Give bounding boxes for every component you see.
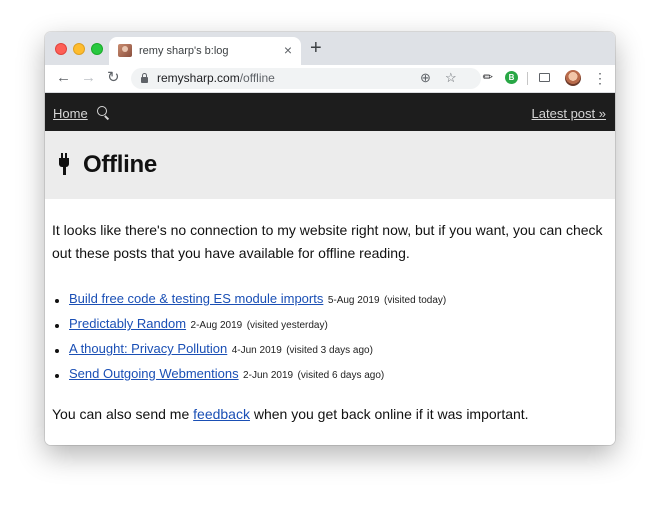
outro-before: You can also send me [52,406,194,422]
post-link[interactable]: Send Outgoing Webmentions [69,366,239,381]
latest-post-link[interactable]: Latest post » [532,106,606,121]
post-date: 5-Aug 2019 [327,295,380,306]
page-content: Home Latest post » Offline It looks like… [45,93,615,445]
tab-close-icon[interactable]: × [284,43,292,57]
minimize-window-button[interactable] [73,43,85,55]
post-visited: (visited 3 days ago) [286,345,373,356]
list-item: Build free code & testing ES module impo… [52,290,612,315]
list-item: Send Outgoing Webmentions 2-Jun 2019 (vi… [52,365,612,390]
plug-icon [58,153,70,175]
browser-toolbar: ← → ↻ remysharp.com/offline ⊕ ☆ ✎ B ⋮ [45,65,615,93]
browser-window: remy sharp's b:log × + ← → ↻ remysharp.c… [45,32,615,445]
close-window-button[interactable] [55,43,67,55]
home-link[interactable]: Home [53,106,88,121]
back-button[interactable]: ← [56,69,71,87]
list-item: A thought: Privacy Pollution 4-Jun 2019 … [52,340,612,365]
favicon-icon [118,44,132,57]
post-visited: (visited today) [383,295,447,306]
browser-menu-icon[interactable]: ⋮ [593,69,607,87]
post-visited: (visited yesterday) [246,320,328,331]
toolbar-divider [527,72,528,85]
page-header: Offline [45,131,615,199]
post-link[interactable]: A thought: Privacy Pollution [69,341,227,356]
cast-icon[interactable] [539,73,550,82]
extension-b-icon[interactable]: B [505,71,518,84]
address-bar[interactable]: remysharp.com/offline ⊕ ☆ [131,68,481,89]
post-link[interactable]: Build free code & testing ES module impo… [69,291,323,306]
url-text: remysharp.com/offline [157,71,275,85]
post-visited: (visited 6 days ago) [297,370,385,381]
intro-text: It looks like there's no connection to m… [52,222,603,261]
post-date: 2-Aug 2019 [190,320,243,331]
lock-icon [141,73,148,83]
post-link[interactable]: Predictably Random [69,316,186,331]
reload-button[interactable]: ↻ [107,69,120,87]
page-title: Offline [83,151,157,178]
list-item: Predictably Random 2-Aug 2019 (visited y… [52,315,612,340]
profile-avatar[interactable] [565,70,581,86]
extension-pin-icon[interactable]: ✎ [480,68,497,85]
post-date: 4-Jun 2019 [231,345,282,356]
browser-tab[interactable]: remy sharp's b:log × [109,37,301,65]
forward-button[interactable]: → [81,69,96,87]
tab-title: remy sharp's b:log [139,45,229,57]
search-icon[interactable] [97,106,107,116]
feedback-link[interactable]: feedback [193,406,250,422]
install-app-icon[interactable]: ⊕ [420,70,431,86]
offline-posts-list: Build free code & testing ES module impo… [52,290,612,390]
outro-text: You can also send me feedback when you g… [52,406,529,422]
new-tab-button[interactable]: + [310,38,322,58]
bookmark-star-icon[interactable]: ☆ [445,70,457,86]
tab-strip: remy sharp's b:log × + [45,32,615,65]
site-nav: Home Latest post » [45,93,615,131]
maximize-window-button[interactable] [91,43,103,55]
outro-after: when you get back online if it was impor… [249,406,529,422]
post-date: 2-Jun 2019 [243,370,294,381]
